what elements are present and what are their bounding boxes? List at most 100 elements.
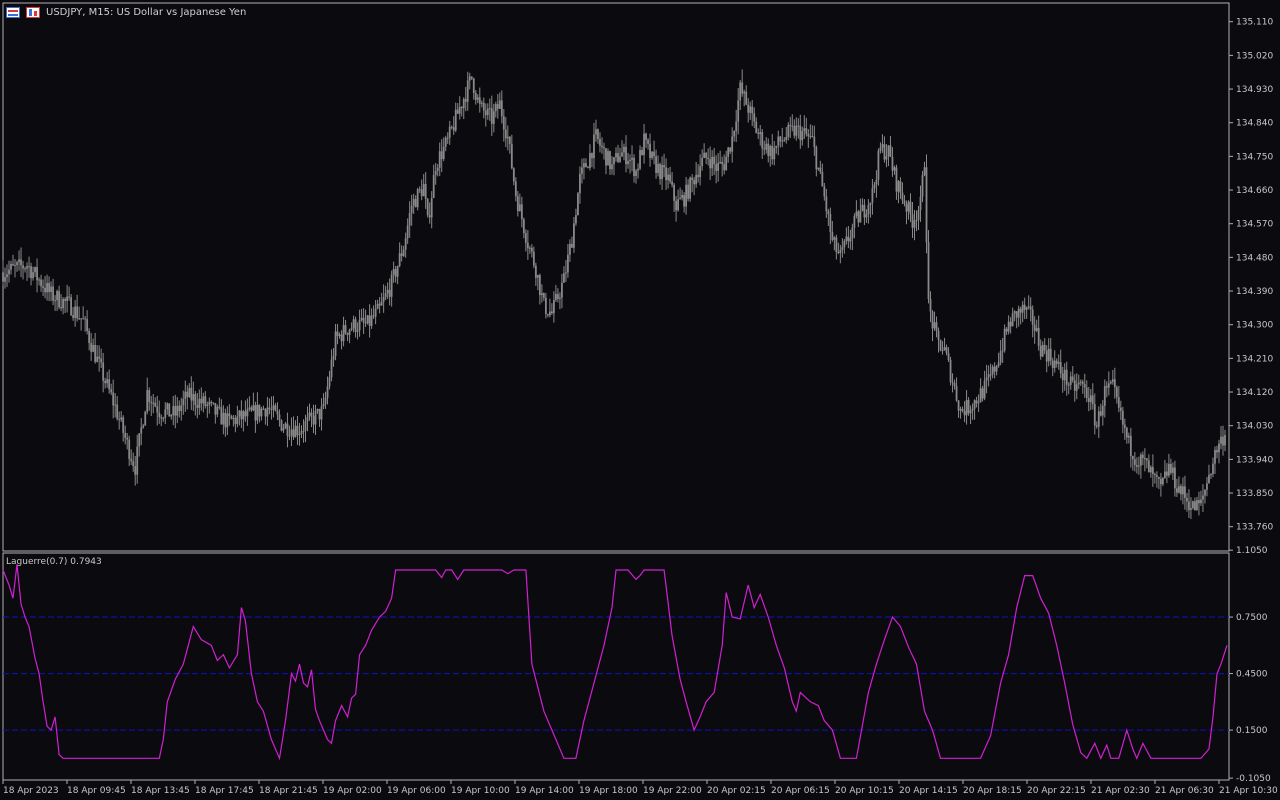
candle-body [1129,435,1132,457]
candle-body [795,125,798,136]
candle-body [54,300,56,302]
candle-body [1001,350,1004,352]
candle-body [563,273,565,283]
candle-body [540,293,543,296]
candle-body [671,181,673,185]
candle-body [38,279,40,281]
candle-body [1200,499,1202,504]
candle-body [565,272,567,274]
candle-body [178,405,181,412]
candle-body [374,308,377,317]
candle-body [685,184,688,207]
candle-body [925,167,928,243]
candle-body [338,334,341,336]
candle-body [1194,501,1196,511]
candle-body [88,330,91,343]
candle-body [857,211,860,223]
candle-body [292,429,295,438]
candle-body [613,157,615,165]
candle-body [488,108,491,110]
candle-body [472,78,475,93]
candle-body [94,345,97,362]
candle-body [502,116,505,130]
candle-body [306,417,309,422]
candle-body [923,167,926,176]
candle-body [729,147,732,152]
candle-body [783,139,786,141]
time-tick-label: 18 Apr 17:45 [195,786,254,796]
candle-body [719,161,722,163]
candle-body [542,293,545,298]
candle-body [767,143,770,156]
candle-body [176,405,179,416]
candle-body [1224,435,1226,446]
candle-body [963,411,966,416]
candle-body [220,407,223,425]
candle-body [893,167,896,171]
candle-body [573,223,575,248]
candle-body [452,127,455,131]
candle-body [655,156,657,173]
candle-body [1165,471,1168,476]
price-tick-label: 135.020 [1236,51,1273,61]
candle-body [957,400,960,411]
candle-body [492,111,495,124]
candle-body [282,428,285,431]
candle-body [989,374,992,376]
candle-body [354,319,357,332]
quick-trade-icon[interactable] [6,6,20,18]
candle-body [809,136,812,138]
candle-body [158,412,161,418]
candle-body [715,164,718,171]
candle-body [216,406,219,415]
price-tick-label: 134.390 [1236,287,1273,297]
candle-body [340,334,343,342]
candle-body [80,318,83,320]
candle-body [995,366,998,372]
candle-body [1013,311,1016,314]
candle-body [599,139,601,146]
candle-body [278,414,281,421]
candle-body [609,151,611,170]
candle-body [78,318,81,320]
candle-body [40,279,42,287]
candle-body [368,315,371,326]
candle-body [591,153,593,159]
candle-body [1151,467,1154,475]
candle-body [853,216,856,228]
candle-body [1011,313,1014,327]
price-tick-label: 134.480 [1236,253,1273,263]
candle-body [512,168,515,182]
candle-body [388,289,391,297]
symbol-label: USDJPY, M15: US Dollar vs Japanese Yen [46,6,247,18]
candle-body [116,404,119,419]
candle-body [206,404,209,407]
candle-body [825,196,828,212]
candle-body [128,439,131,459]
candle-body [406,225,409,239]
candle-body [799,125,802,141]
price-tick-label: 134.750 [1236,152,1273,162]
indicator-tick-label: 0.7500 [1236,613,1268,623]
candle-body [1065,369,1068,385]
candle-body [579,173,581,194]
chart-header: USDJPY, M15: US Dollar vs Japanese Yen [6,4,246,20]
candle-body [496,104,499,109]
candle-body [208,401,211,405]
candle-body [454,109,457,131]
candle-body [723,164,726,171]
candle-body [1087,398,1090,402]
candle-body [518,204,521,211]
one-click-trading-icon[interactable] [26,6,40,18]
candle-body [1077,382,1080,385]
candle-body [74,306,77,318]
candle-body [589,153,591,168]
candle-body [114,404,117,406]
time-tick-label: 18 Apr 09:45 [67,786,126,796]
candle-body [1155,475,1158,477]
candle-body [526,242,529,249]
candle-body [1139,454,1142,466]
candle-body [228,413,231,417]
candle-body [1111,379,1114,382]
candle-body [424,183,427,199]
